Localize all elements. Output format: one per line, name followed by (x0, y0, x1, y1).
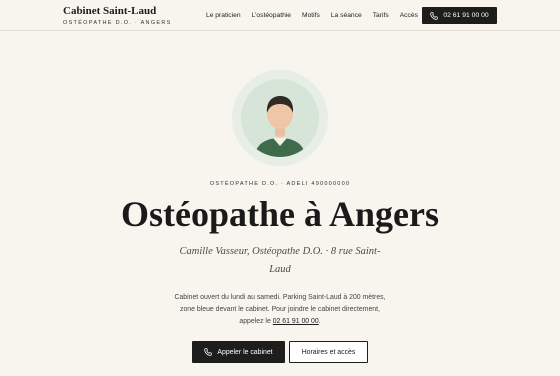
hours-button-label: Horaires et accès (301, 348, 356, 356)
brand[interactable]: Cabinet Saint-Laud OSTÉOPATHE D.O. · ANG… (63, 5, 172, 26)
hero-intro: Cabinet ouvert du lundi au samedi. Parki… (172, 292, 388, 328)
phone-icon (204, 348, 213, 356)
nav-item-motifs[interactable]: Motifs (302, 11, 320, 20)
call-button-label: Appeler le cabinet (217, 348, 273, 356)
header-phone-label: 02 61 91 00 00 (443, 12, 489, 19)
intro-phone-link[interactable]: 02 61 91 00 00 (273, 318, 319, 325)
call-button[interactable]: Appeler le cabinet (192, 341, 285, 363)
nav-item-osteopathie[interactable]: L’ostéopathie (252, 11, 291, 20)
page-title: Ostéopathe à Angers (121, 194, 439, 234)
header-phone-button[interactable]: 02 61 91 00 00 (422, 7, 497, 24)
practitioner-avatar (232, 70, 328, 166)
main-nav: Le praticien L’ostéopathie Motifs La séa… (206, 11, 429, 20)
hero-kicker: OSTÉOPATHE D.O. · ADELI 490000000 (209, 181, 351, 187)
practitioner-avatar-icon (241, 79, 319, 157)
nav-item-seance[interactable]: La séance (331, 11, 362, 20)
site-header: Cabinet Saint-Laud OSTÉOPATHE D.O. · ANG… (0, 0, 560, 31)
hours-button[interactable]: Horaires et accès (289, 341, 368, 363)
nav-item-acces[interactable]: Accès (400, 11, 418, 20)
nav-item-praticien[interactable]: Le praticien (206, 11, 241, 20)
nav-item-tarifs[interactable]: Tarifs (373, 11, 389, 20)
brand-subtitle: OSTÉOPATHE D.O. · ANGERS (63, 20, 172, 26)
phone-icon (430, 11, 439, 20)
brand-name: Cabinet Saint-Laud (63, 5, 157, 17)
intro-end: . (318, 318, 321, 325)
hero-subtitle: Camille Vasseur, Ostéopathe D.O. · 8 rue… (179, 246, 381, 275)
